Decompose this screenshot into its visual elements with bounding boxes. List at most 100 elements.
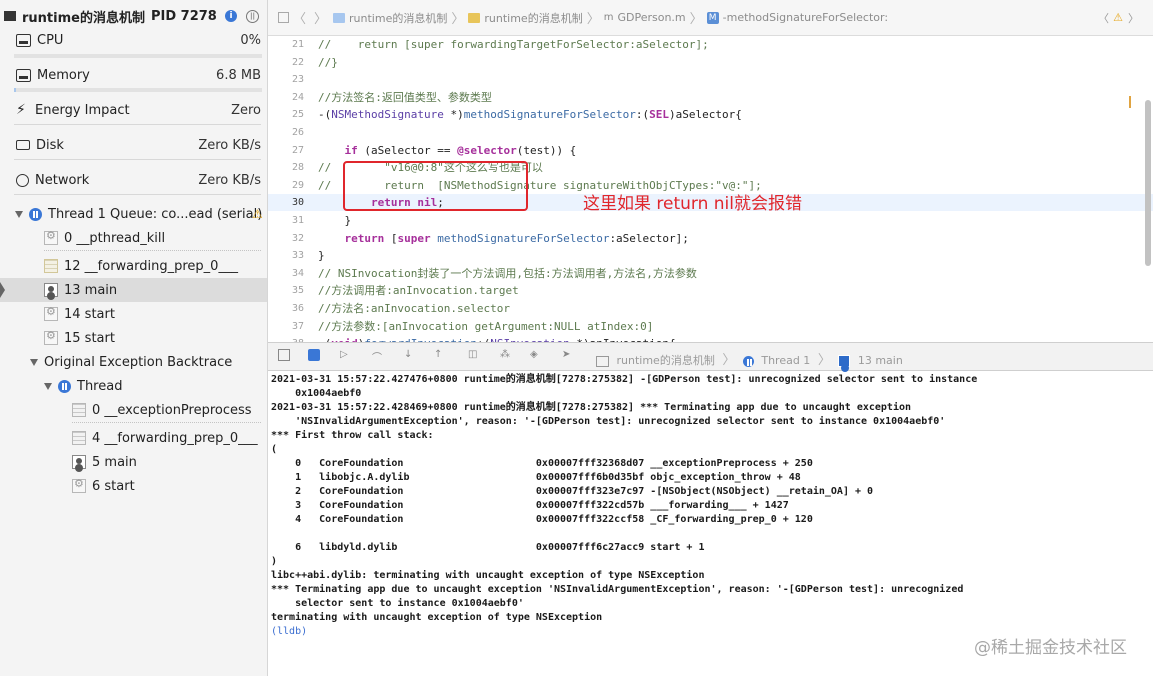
code-line[interactable]: 23 bbox=[268, 71, 1153, 88]
gauge-network[interactable]: Network Zero KB/s bbox=[0, 168, 267, 192]
backtrace-frame[interactable]: 6 start bbox=[0, 474, 267, 498]
console-line: 0 CoreFoundation 0x00007fff32368d07 __ex… bbox=[271, 458, 813, 469]
code-text: //方法参数:[anInvocation getArgument:NULL at… bbox=[318, 319, 654, 333]
code-line[interactable]: 26 bbox=[268, 124, 1153, 141]
line-number: 24 bbox=[291, 91, 304, 103]
disclosure-triangle-icon[interactable] bbox=[30, 358, 38, 366]
debug-breadcrumb: runtime的消息机制 〉 Thread 1 〉 13 main bbox=[596, 349, 903, 368]
line-number: 32 bbox=[291, 232, 304, 244]
console-output[interactable]: 2021-03-31 15:57:22.427476+0800 runtime的… bbox=[268, 370, 1153, 676]
gauge-label: Memory bbox=[37, 67, 90, 83]
console-line: terminating with uncaught exception of t… bbox=[271, 612, 603, 623]
breadcrumb-process[interactable]: runtime的消息机制 bbox=[617, 354, 715, 367]
warning-triangle-icon[interactable]: ⚠ bbox=[252, 207, 263, 221]
line-number: 26 bbox=[291, 127, 304, 138]
issue-back-icon[interactable]: 〈 bbox=[1098, 10, 1109, 26]
pause-circle-icon[interactable]: || bbox=[246, 9, 259, 23]
memory-graph-icon[interactable]: ⁂ bbox=[500, 349, 512, 361]
line-number: 23 bbox=[291, 74, 304, 86]
continue-icon[interactable]: ▷ bbox=[340, 349, 352, 361]
warning-triangle-icon[interactable]: ⚠ bbox=[1113, 11, 1123, 24]
code-line[interactable]: 38 -(void)forwardInvocation:(NSInvocation… bbox=[268, 335, 1153, 342]
gauge-disk[interactable]: Disk Zero KB/s bbox=[0, 133, 267, 157]
stack-frame[interactable]: 14 start bbox=[0, 302, 267, 326]
code-line[interactable]: 31 } bbox=[268, 212, 1153, 229]
annotation-highlight-box bbox=[343, 161, 528, 211]
frame-label: 12 __forwarding_prep_0___ bbox=[64, 258, 238, 274]
jump-separator: 〉 bbox=[314, 12, 328, 27]
thread-row[interactable]: Thread 1 Queue: co...ead (serial) ⚠ bbox=[0, 202, 267, 226]
jump-item-group[interactable]: runtime的消息机制 bbox=[484, 10, 582, 26]
grid-icon bbox=[72, 431, 86, 445]
disclosure-triangle-icon[interactable] bbox=[15, 210, 23, 218]
line-number: 33 bbox=[291, 250, 304, 262]
info-icon[interactable]: i bbox=[225, 10, 237, 22]
breakpoints-toggle-icon[interactable] bbox=[308, 349, 320, 361]
backtrace-frame[interactable]: 5 main bbox=[0, 450, 267, 474]
code-text: // return [super forwardingTargetForSele… bbox=[318, 38, 709, 51]
code-line[interactable]: 27 if (aSelector == @selector(test)) { bbox=[268, 142, 1153, 159]
breadcrumb-thread[interactable]: Thread 1 bbox=[761, 354, 810, 367]
step-over-icon[interactable]: ⌒ bbox=[372, 349, 384, 364]
frame-label: 5 main bbox=[92, 454, 137, 470]
code-line[interactable]: 37 //方法参数:[anInvocation getArgument:NULL … bbox=[268, 318, 1153, 335]
gauge-energy[interactable]: ⚡ Energy Impact Zero bbox=[0, 98, 267, 122]
code-line[interactable]: 22 //} bbox=[268, 54, 1153, 71]
lldb-prompt[interactable]: (lldb) bbox=[271, 625, 307, 639]
frame-separator bbox=[44, 250, 261, 251]
step-out-icon[interactable]: ↑ bbox=[434, 349, 446, 361]
folder-icon bbox=[468, 12, 481, 23]
gauge-memory[interactable]: Memory 6.8 MB bbox=[0, 63, 267, 87]
gauge-value: Zero KB/s bbox=[198, 172, 261, 188]
code-line[interactable]: 25 -(NSMethodSignature *)methodSignatureF… bbox=[268, 106, 1153, 123]
stack-frame[interactable]: 0 __pthread_kill bbox=[0, 226, 267, 250]
backtrace-frame[interactable]: 4 __forwarding_prep_0___ bbox=[0, 426, 267, 450]
backtrace-row[interactable]: Original Exception Backtrace bbox=[0, 350, 267, 374]
frame-label: 0 __exceptionPreprocess bbox=[92, 402, 252, 418]
code-line[interactable]: 35 //方法调用者:anInvocation.target bbox=[268, 282, 1153, 299]
code-line[interactable]: 21 // return [super forwardingTargetForSe… bbox=[268, 36, 1153, 53]
code-text: -(void)forwardInvocation:(NSInvocation *… bbox=[318, 335, 676, 342]
jump-item-file[interactable]: GDPerson.m bbox=[617, 11, 685, 24]
frame-label: 14 start bbox=[64, 306, 115, 322]
app-icon bbox=[596, 355, 609, 367]
thread-label: Thread bbox=[77, 378, 123, 394]
step-into-icon[interactable]: ↓ bbox=[404, 349, 416, 361]
code-text: if (aSelector == @selector(test)) { bbox=[344, 143, 577, 157]
backtrace-thread-row[interactable]: Thread bbox=[0, 374, 267, 398]
code-line[interactable]: 32 return [super methodSignatureForSelec… bbox=[268, 230, 1153, 247]
breadcrumb-frame[interactable]: 13 main bbox=[858, 354, 903, 367]
stack-frame-selected[interactable]: 13 main bbox=[0, 278, 267, 302]
cpu-gauge-icon bbox=[16, 33, 31, 47]
stack-frame[interactable]: 15 start bbox=[0, 326, 267, 350]
code-line[interactable]: 24 //方法签名:返回值类型、参数类型 bbox=[268, 89, 1153, 106]
stack-frame[interactable]: 12 __forwarding_prep_0___ bbox=[0, 254, 267, 278]
disclosure-triangle-icon[interactable] bbox=[44, 382, 52, 390]
backtrace-label: Original Exception Backtrace bbox=[44, 354, 233, 370]
gauge-cpu[interactable]: CPU 0% bbox=[0, 28, 267, 52]
related-items-grid-icon[interactable] bbox=[278, 12, 289, 23]
editor-scrollbar[interactable] bbox=[1145, 100, 1151, 266]
backtrace-frame[interactable]: 0 __exceptionPreprocess bbox=[0, 398, 267, 422]
frame-separator bbox=[72, 422, 261, 423]
issue-forward-icon[interactable]: 〉 bbox=[1128, 10, 1139, 26]
view-hierarchy-icon[interactable]: ◫ bbox=[468, 349, 480, 361]
jump-item-method[interactable]: -methodSignatureForSelector: bbox=[723, 11, 888, 24]
code-text: //} bbox=[318, 55, 338, 69]
line-number: 29 bbox=[291, 179, 304, 191]
gauge-label: Disk bbox=[36, 137, 64, 153]
memory-bar bbox=[14, 88, 262, 92]
gauge-value: Zero KB/s bbox=[198, 137, 261, 153]
code-text: } bbox=[318, 214, 352, 227]
process-row[interactable]: runtime的消息机制 PID 7278 i || bbox=[0, 4, 267, 28]
environment-overrides-icon[interactable]: ◈ bbox=[530, 349, 542, 361]
simulate-location-icon[interactable]: ➤ bbox=[562, 349, 574, 361]
code-line[interactable]: 34 // NSInvocation封装了一个方法调用,包括:方法调用者,方法名,… bbox=[268, 265, 1153, 282]
code-line[interactable]: 33} bbox=[268, 247, 1153, 264]
console-line: selector sent to instance 0x1004aebf0' bbox=[271, 598, 524, 609]
hide-debug-area-icon[interactable] bbox=[278, 349, 290, 361]
jump-item-project[interactable]: runtime的消息机制 bbox=[349, 10, 447, 26]
code-text: } bbox=[318, 249, 325, 263]
m-file-icon: m bbox=[603, 12, 614, 23]
code-line[interactable]: 36 //方法名:anInvocation.selector bbox=[268, 300, 1153, 317]
